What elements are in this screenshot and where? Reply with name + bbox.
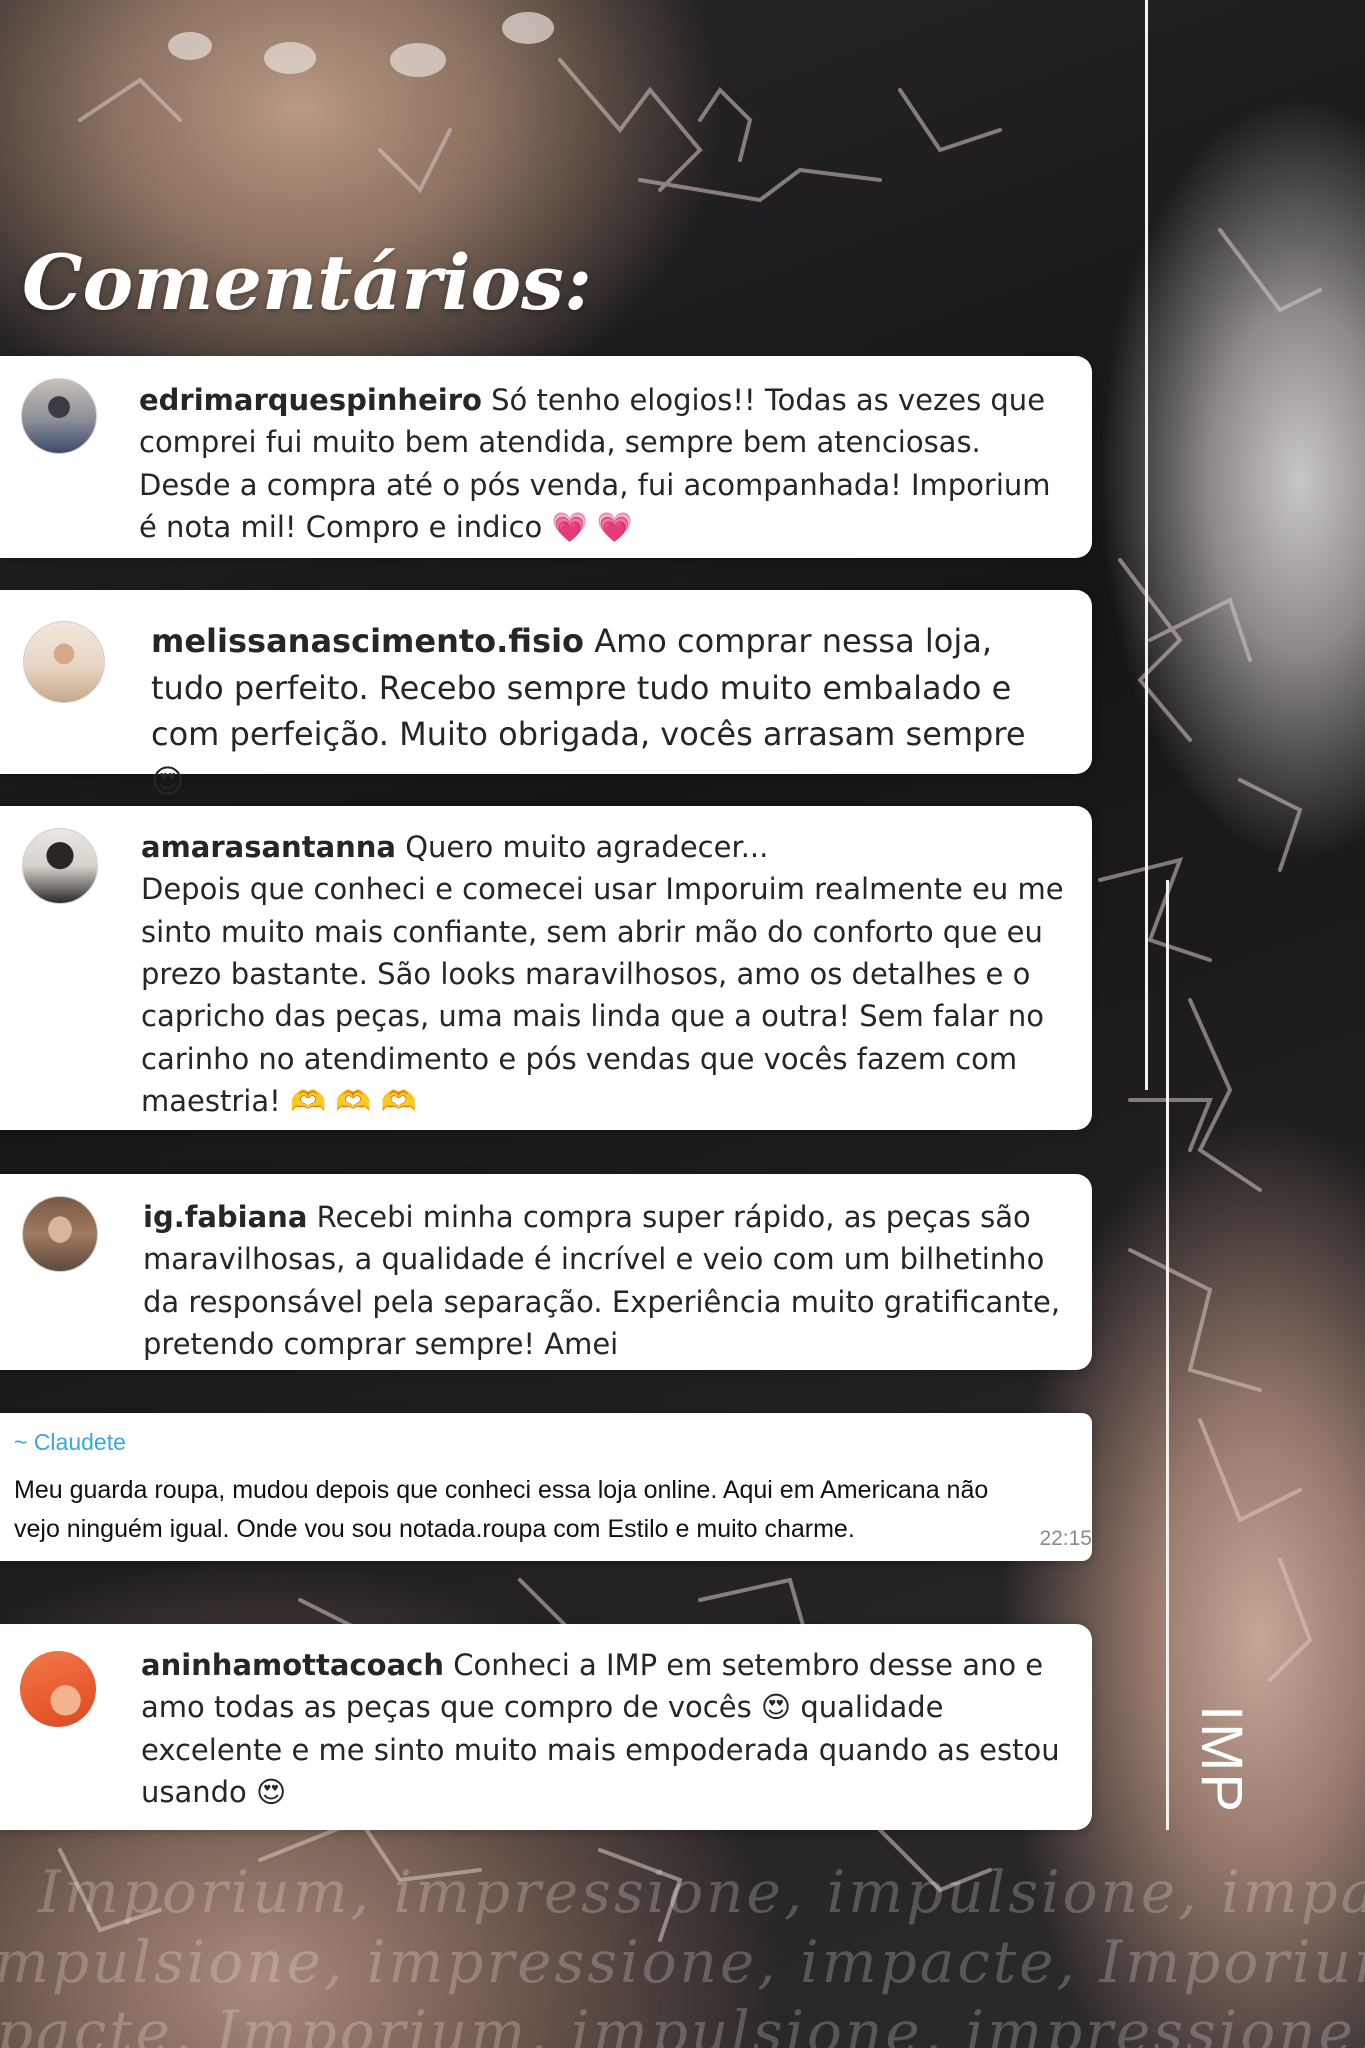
message-text: Meu guarda roupa, mudou depois que conhe…: [14, 1476, 989, 1543]
comment-username[interactable]: melissanascimento.fisio: [151, 622, 584, 660]
message-sender: ~ Claudete: [14, 1429, 126, 1455]
comment-username[interactable]: aninhamottacoach: [141, 1648, 444, 1682]
comment-text: amarasantanna Quero muito agradecer... D…: [141, 826, 1076, 1122]
comment-card: aninhamottacoach Conheci a IMP em setemb…: [0, 1624, 1092, 1830]
tagline-line-3: pacte, Imporium, impulsione, impressione…: [0, 1998, 1365, 2048]
brand-text: IMP: [1189, 1705, 1252, 1814]
imp-logo: IMP: [1182, 1700, 1254, 1850]
comment-username[interactable]: amarasantanna: [141, 830, 396, 864]
comment-text: edrimarquespinheiro Só tenho elogios!! T…: [139, 379, 1059, 548]
heart-eyes-emoji-icon: 😍: [151, 762, 185, 801]
whatsapp-message-card: ~ Claudete Meu guarda roupa, mudou depoi…: [0, 1413, 1092, 1561]
comment-card: edrimarquespinheiro Só tenho elogios!! T…: [0, 356, 1092, 558]
comment-username[interactable]: edrimarquespinheiro: [139, 383, 482, 417]
tagline-line-2: mpulsione, impressione, impacte, Imporiu…: [0, 1928, 1365, 1996]
comment-text: aninhamottacoach Conheci a IMP em setemb…: [141, 1644, 1081, 1813]
heart-hands-emoji-icon: 🫶 🫶 🫶: [289, 1083, 417, 1118]
avatar: [22, 828, 98, 904]
page-title: Comentários:: [22, 238, 592, 327]
comment-card: ig.fabiana Recebi minha compra super ráp…: [0, 1174, 1092, 1370]
avatar: [22, 1196, 98, 1272]
decorative-line-top: [1145, 0, 1148, 1090]
avatar: [23, 621, 105, 703]
heart-eyes-emoji-icon: 😍: [256, 1774, 287, 1809]
avatar: [20, 1651, 96, 1727]
comment-body-continued: Depois que conheci e comecei usar Imporu…: [141, 872, 1064, 1118]
comment-card: melissanascimento.fisio Amo comprar ness…: [0, 590, 1092, 800]
comment-text: melissanascimento.fisio Amo comprar ness…: [151, 618, 1051, 805]
avatar: [21, 378, 97, 454]
decorative-line-bottom: [1166, 880, 1169, 1830]
comment-card: amarasantanna Quero muito agradecer... D…: [0, 806, 1092, 1130]
tagline-line-1: Imporium, impressione, impulsione, impac…: [38, 1858, 1365, 1926]
message-timestamp: 22:15: [1039, 1527, 1092, 1550]
heart-eyes-emoji-icon: 😍: [760, 1690, 792, 1725]
comment-body: Quero muito agradecer...: [405, 830, 769, 864]
comment-username[interactable]: ig.fabiana: [143, 1200, 307, 1234]
comment-text: ig.fabiana Recebi minha compra super ráp…: [143, 1196, 1078, 1365]
heart-emoji-icon: 💗 💗: [551, 509, 633, 544]
